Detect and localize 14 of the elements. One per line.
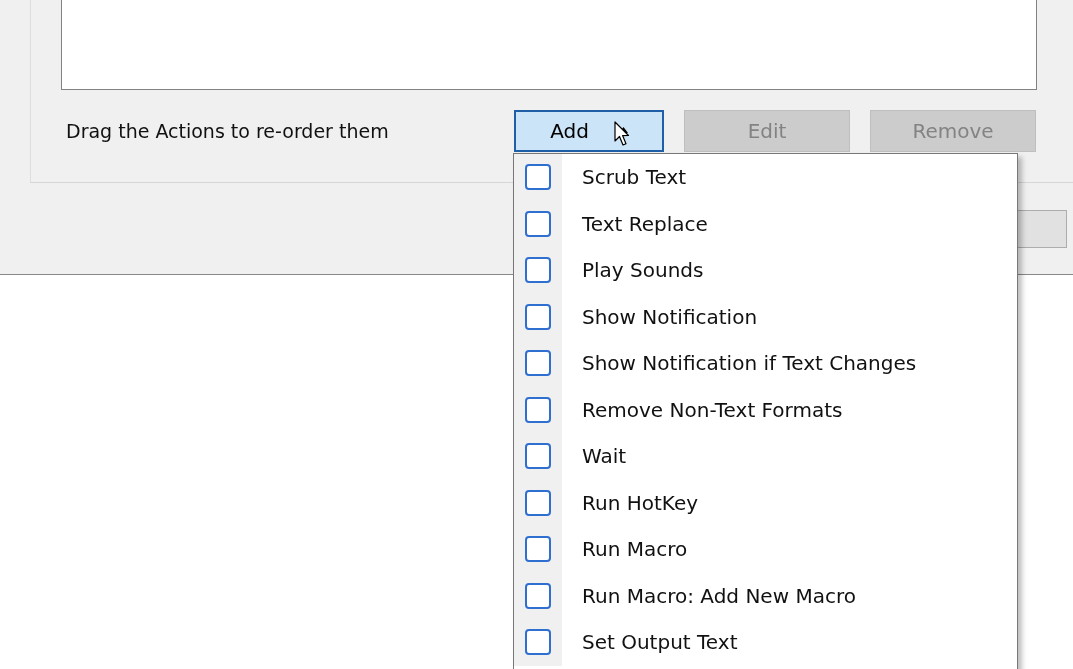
- menu-item[interactable]: Text Replace: [514, 200, 1017, 247]
- cursor-icon: [614, 121, 630, 147]
- menu-item[interactable]: Run HotKey: [514, 479, 1017, 526]
- menu-item[interactable]: Run Macro: Add New Macro: [514, 572, 1017, 619]
- menu-item[interactable]: Show Notification if Text Changes: [514, 340, 1017, 387]
- menu-item[interactable]: Wait: [514, 433, 1017, 480]
- menu-item[interactable]: Set Output Text: [514, 619, 1017, 666]
- menu-item[interactable]: Show Notification: [514, 293, 1017, 340]
- menu-item[interactable]: Play Sounds: [514, 247, 1017, 294]
- menu-item[interactable]: Run Macro: [514, 526, 1017, 573]
- menu-item[interactable]: Scrub Text: [514, 154, 1017, 201]
- hint-text: Drag the Actions to re-order them: [66, 120, 390, 142]
- menu-item[interactable]: Remove Non-Text Formats: [514, 386, 1017, 433]
- dropdown-button[interactable]: Add: [514, 110, 664, 152]
